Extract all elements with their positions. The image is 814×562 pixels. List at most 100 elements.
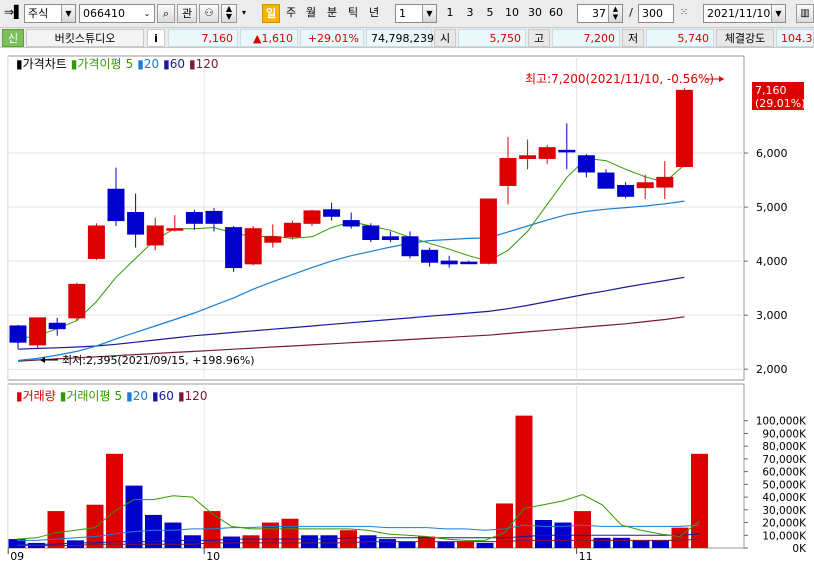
volume-bar [457, 541, 474, 548]
low-annotation: 최저:2,395(2021/09/15, +198.96%) [62, 354, 255, 367]
candle-body [381, 236, 399, 241]
volume-bar [223, 536, 240, 548]
candle-body [48, 322, 66, 330]
tab-minute[interactable]: 분 [324, 4, 340, 23]
trade-strength: 104.3 [776, 29, 814, 47]
price-legend-marker: ▮ [71, 57, 78, 71]
interval-label: 60 [549, 6, 563, 19]
strength-label-text: 체결강도 [724, 32, 766, 45]
chevron-down-icon[interactable]: ▼ [422, 5, 436, 22]
price-tick-label: 2,000 [756, 363, 788, 376]
tab-day[interactable]: 일 [262, 4, 280, 23]
market-badge: 신 [2, 29, 24, 47]
candle-body [519, 155, 537, 159]
price-change-pct: +29.01% [300, 29, 364, 47]
count-value: 37 [592, 7, 606, 20]
volume-bar [652, 540, 669, 548]
candle-body [538, 147, 556, 159]
chevron-down-icon[interactable]: ▼ [61, 5, 75, 22]
volume-tick-label: 100,000K [756, 416, 807, 428]
search-button[interactable]: ⌕ [157, 4, 175, 23]
candle-body [499, 157, 517, 186]
x-tick-label: 09 [10, 550, 24, 562]
unit-value: 1 [399, 7, 406, 20]
candle-body [323, 209, 341, 217]
unit-select[interactable]: 1 ▼ [395, 4, 437, 23]
volume-tick-label: 60,000K [762, 467, 807, 479]
chart-window-icon[interactable]: ▥ [796, 4, 814, 23]
stock-code-value: 066410 [83, 7, 125, 20]
price-legend-name: 가격이평 [77, 57, 121, 71]
menu-arrow-icon[interactable]: ⇒▌ [4, 4, 23, 23]
current-price-value: 7,160 [201, 32, 234, 45]
candle-body [283, 222, 301, 238]
tab-tick[interactable]: 틱 [345, 4, 361, 23]
volume-bar [67, 540, 84, 548]
price-legend-period: 60 [170, 57, 185, 71]
candle-body [87, 225, 105, 259]
volume-bar [476, 542, 494, 548]
price-change-value: ▲1,610 [253, 32, 293, 45]
info-button[interactable]: i [147, 29, 165, 47]
watch-button[interactable]: 관 [177, 4, 197, 23]
volume-bar [320, 535, 338, 548]
stock-chart[interactable]: 2,0003,0004,0005,0006,000▮가격차트 ▮가격이평 5 ▮20 ▮… [0, 50, 814, 562]
volume-tick-label: 80,000K [762, 441, 807, 453]
high-price-value: 7,200 [583, 32, 616, 45]
trade-volume: 74,798,239 [366, 29, 434, 47]
volume-legend-marker: ▮ [60, 389, 67, 403]
open-price: 5,750 [458, 29, 526, 47]
volume-bar [535, 520, 552, 548]
candle-body [9, 325, 27, 343]
info-icon: i [154, 32, 158, 45]
link-icon[interactable]: ⚇ [199, 4, 219, 23]
candle-body [479, 198, 497, 264]
volume-tick-label: 70,000K [762, 454, 807, 466]
candle-body [244, 228, 262, 265]
period-label: 틱 [347, 6, 359, 19]
interval-button-60[interactable]: 60 [546, 4, 566, 23]
trade-volume-value: 74,798,239 [371, 32, 434, 45]
chevron-down-icon[interactable]: ⌄ [140, 5, 154, 22]
period-label: 주 [285, 6, 297, 19]
interval-button-5[interactable]: 5 [483, 4, 497, 23]
count-separator: / [629, 6, 633, 19]
interval-button-10[interactable]: 10 [502, 4, 522, 23]
date-field[interactable]: 2021/11/10 ▼ [703, 4, 786, 23]
volume-bar [632, 540, 650, 548]
candle-body [597, 172, 615, 189]
price-legend-title: 가격차트 [23, 57, 67, 71]
volume-bar [398, 541, 416, 548]
market-type-select[interactable]: 주식 ▼ [24, 4, 76, 23]
settings-grid-icon[interactable]: ⁙ [676, 4, 692, 23]
interval-label: 1 [446, 6, 454, 19]
tab-month[interactable]: 월 [303, 4, 319, 23]
candle-body [166, 228, 184, 231]
interval-button-30[interactable]: 30 [525, 4, 545, 23]
count-stepper[interactable]: 37 ▲ ▼ [577, 4, 623, 23]
spin-up-down-icon[interactable]: ▲ ▼ [608, 5, 622, 22]
spin-up-down-icon[interactable]: ▲ ▼ [221, 4, 237, 23]
tab-year[interactable]: 년 [366, 4, 382, 23]
interval-button-3[interactable]: 3 [463, 4, 477, 23]
price-tick-label: 6,000 [756, 147, 788, 160]
price-tick-label: 4,000 [756, 255, 788, 268]
candle-body [362, 225, 380, 241]
more-chevron-icon[interactable]: ▾ [239, 4, 249, 23]
interval-button-1[interactable]: 1 [443, 4, 457, 23]
candle-body [577, 155, 595, 173]
price-legend-marker: ▮ [163, 57, 170, 71]
candle-body [68, 283, 86, 319]
watch-label: 관 [181, 7, 193, 20]
candle-body [127, 211, 145, 235]
interval-label: 3 [466, 6, 474, 19]
stock-code-field[interactable]: 066410 ⌄ [79, 4, 155, 23]
candle-body [636, 182, 654, 189]
count-total-field[interactable]: 300 [638, 4, 674, 23]
volume-bar [613, 537, 630, 548]
chevron-down-icon[interactable]: ▼ [771, 5, 785, 22]
price-legend-marker: ▮ [189, 57, 196, 71]
x-tick-label: 11 [579, 550, 593, 562]
tab-week[interactable]: 주 [283, 4, 299, 23]
period-label: 일 [265, 7, 277, 20]
